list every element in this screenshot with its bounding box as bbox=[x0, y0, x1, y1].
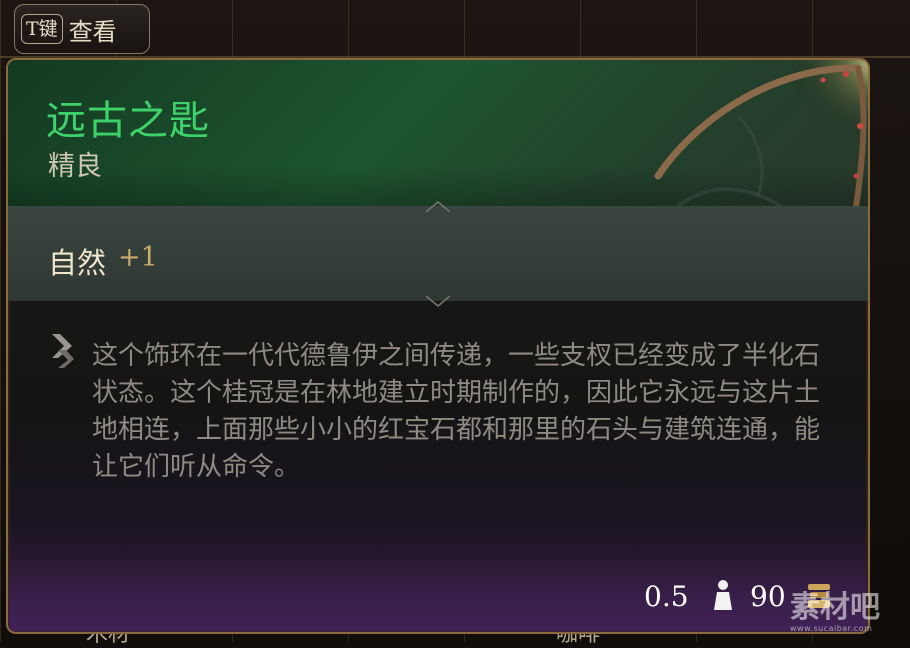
weight-icon bbox=[714, 580, 732, 610]
stat-name: 自然 bbox=[48, 246, 107, 280]
stat-value: +1 bbox=[118, 242, 158, 273]
keycap: T键 bbox=[21, 14, 63, 44]
item-name: 远古之匙 bbox=[46, 98, 210, 144]
inspect-key-hint[interactable]: T键 查看 bbox=[14, 4, 150, 54]
divider-notch-icon bbox=[426, 201, 450, 212]
watermark-url: www.sucaibar.com bbox=[790, 624, 873, 633]
item-price: 90 bbox=[750, 580, 786, 613]
item-weight: 0.5 bbox=[644, 580, 689, 613]
inspect-label: 查看 bbox=[68, 17, 117, 46]
watermark: 素材吧 www.sucaibar.com bbox=[790, 582, 900, 633]
item-rarity: 精良 bbox=[48, 151, 102, 182]
description-quote-icon bbox=[52, 334, 74, 368]
item-tooltip: 远古之匙 精良 自然 +1 这个饰环在一代代德鲁伊之间传递，一些支杈已经变成了半… bbox=[6, 58, 870, 634]
tooltip-footer bbox=[8, 552, 868, 632]
watermark-text: 素材吧 bbox=[790, 590, 880, 625]
divider-notch-icon bbox=[426, 296, 450, 307]
item-description: 这个饰环在一代代德鲁伊之间传递，一些支杈已经变成了半化石状态。这个桂冠是在林地建… bbox=[92, 341, 821, 482]
